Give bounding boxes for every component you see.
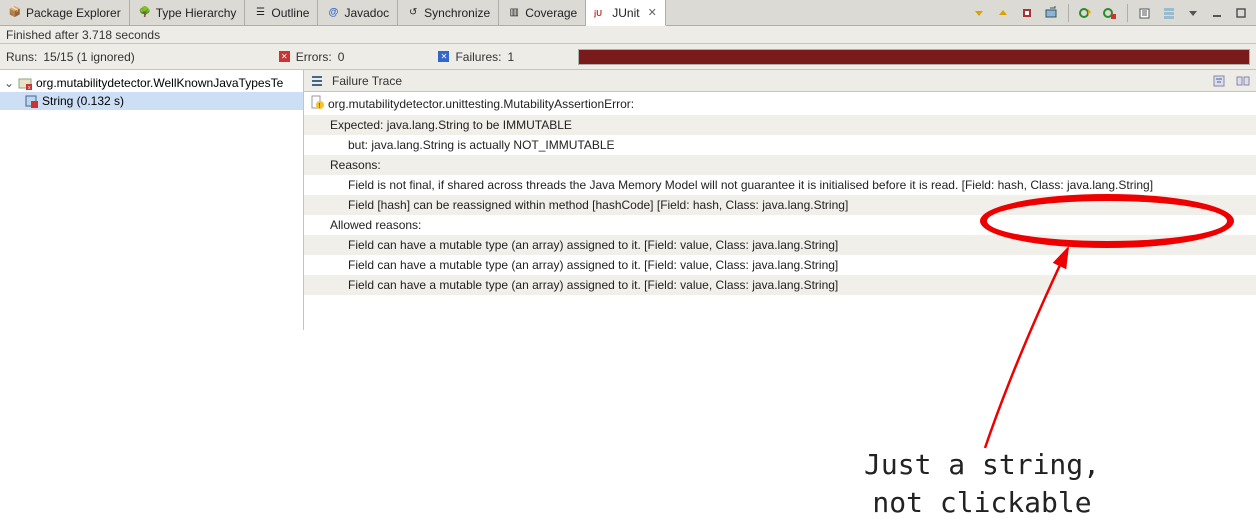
trace-line-text: org.mutabilitydetector.unittesting.Mutab… [328, 97, 634, 111]
minimize-icon[interactable] [1208, 4, 1226, 22]
errors-label: Errors: [296, 50, 332, 64]
test-fail-suite-icon: x [18, 76, 32, 90]
test-fail-icon [24, 94, 38, 108]
trace-line[interactable]: Expected: java.lang.String to be IMMUTAB… [304, 115, 1256, 135]
trace-line[interactable]: Field [hash] can be reassigned within me… [304, 195, 1256, 215]
trace-line-text: Field [hash] can be reassigned within me… [348, 198, 848, 212]
trace-line[interactable]: ! org.mutabilitydetector.unittesting.Muta… [304, 92, 1256, 115]
tree-root[interactable]: ⌄ x org.mutabilitydetector.WellKnownJava… [0, 74, 303, 92]
svg-text:!: ! [319, 103, 321, 109]
trace-line-text: Field is not final, if shared across thr… [348, 178, 1153, 192]
view-tab-outline[interactable]: ☰ Outline [245, 0, 318, 25]
tab-close-icon[interactable]: ✕ [648, 6, 657, 19]
trace-line[interactable]: Field is not final, if shared across thr… [304, 175, 1256, 195]
trace-line[interactable]: Field can have a mutable type (an array)… [304, 235, 1256, 255]
toolbar-divider [1127, 4, 1128, 22]
filter-stack-icon[interactable] [1210, 72, 1228, 90]
toolbar-divider [1068, 4, 1069, 22]
view-tab-type-hierarchy[interactable]: 🌳 Type Hierarchy [130, 0, 246, 25]
javadoc-icon: @ [326, 6, 340, 20]
failure-trace-header: Failure Trace [304, 70, 1256, 92]
trace-line-text: Expected: java.lang.String to be IMMUTAB… [330, 118, 572, 132]
tree-leaf[interactable]: String (0.132 s) [0, 92, 303, 110]
errors-value: 0 [338, 50, 345, 64]
trace-line-text: Field can have a mutable type (an array)… [348, 278, 838, 292]
synchronize-icon: ↺ [406, 6, 420, 20]
status-text: Finished after 3.718 seconds [0, 26, 1256, 44]
view-tab-label: JUnit [612, 6, 639, 20]
trace-line[interactable]: but: java.lang.String is actually NOT_IM… [304, 135, 1256, 155]
failures-value: 1 [507, 50, 514, 64]
trace-line[interactable]: Field can have a mutable type (an array)… [304, 275, 1256, 295]
tree-leaf-label: String (0.132 s) [42, 94, 124, 108]
failures-label: Failures: [455, 50, 501, 64]
trace-line[interactable]: Allowed reasons: [304, 215, 1256, 235]
view-tab-junit[interactable]: jU JUnit ✕ [586, 0, 666, 26]
trace-line-text: Field can have a mutable type (an array)… [348, 258, 838, 272]
failure-trace-body[interactable]: ! org.mutabilitydetector.unittesting.Muta… [304, 92, 1256, 330]
compare-icon[interactable] [1234, 72, 1252, 90]
annotation-text: Just a string, not clickable [864, 446, 1100, 522]
stop-icon[interactable] [1018, 4, 1036, 22]
view-tab-label: Javadoc [344, 6, 389, 20]
view-tab-synchronize[interactable]: ↺ Synchronize [398, 0, 499, 25]
stack-icon [308, 72, 326, 90]
arrow-up-icon[interactable] [994, 4, 1012, 22]
junit-body: ⌄ x org.mutabilitydetector.WellKnownJava… [0, 70, 1256, 330]
type-hierarchy-icon: 🌳 [138, 6, 152, 20]
tree-root-label: org.mutabilitydetector.WellKnownJavaType… [36, 76, 283, 90]
error-icon: ✕ [279, 51, 290, 62]
view-tab-label: Coverage [525, 6, 577, 20]
view-menu-icon[interactable] [1184, 4, 1202, 22]
failure-icon: ✕ [438, 51, 449, 62]
trace-line-text: but: java.lang.String is actually NOT_IM… [348, 138, 615, 152]
coverage-icon: ▥ [507, 6, 521, 20]
view-tab-label: Type Hierarchy [156, 6, 237, 20]
junit-icon: jU [594, 6, 608, 20]
view-tab-package-explorer[interactable]: 📦 Package Explorer [0, 0, 130, 25]
runs-counter: Runs: 15/15 (1 ignored) [6, 50, 135, 64]
rerun-failed-icon[interactable] [1101, 4, 1119, 22]
junit-toolbar [970, 0, 1256, 25]
failure-trace-title: Failure Trace [332, 74, 1204, 88]
view-tab-javadoc[interactable]: @ Javadoc [318, 0, 398, 25]
svg-text:jU: jU [594, 9, 602, 18]
runs-label: Runs: [6, 50, 37, 64]
progress-bar [578, 49, 1250, 65]
progress-fill [579, 50, 1249, 64]
failure-trace-pane: Failure Trace ! org.mutabilitydetector.un… [304, 70, 1256, 330]
maximize-icon[interactable] [1232, 4, 1250, 22]
trace-line-text: Field can have a mutable type (an array)… [348, 238, 838, 252]
outline-icon: ☰ [253, 6, 267, 20]
view-tab-label: Synchronize [424, 6, 490, 20]
history-icon[interactable] [1136, 4, 1154, 22]
trace-line-text: Allowed reasons: [330, 218, 421, 232]
view-tab-label: Package Explorer [26, 6, 121, 20]
trace-line-text: Reasons: [330, 158, 381, 172]
pin-icon[interactable] [1160, 4, 1178, 22]
counter-bar: Runs: 15/15 (1 ignored) ✕ Errors: 0 ✕ Fa… [0, 44, 1256, 70]
failures-counter: ✕ Failures: 1 [438, 50, 514, 64]
trace-line[interactable]: Field can have a mutable type (an array)… [304, 255, 1256, 275]
package-explorer-icon: 📦 [8, 6, 22, 20]
view-tab-coverage[interactable]: ▥ Coverage [499, 0, 586, 25]
test-tree[interactable]: ⌄ x org.mutabilitydetector.WellKnownJava… [0, 70, 304, 330]
arrow-down-icon[interactable] [970, 4, 988, 22]
view-tab-strip: 📦 Package Explorer 🌳 Type Hierarchy ☰ Outline… [0, 0, 1256, 26]
runs-value: 15/15 (1 ignored) [43, 50, 134, 64]
tree-caret-icon[interactable]: ⌄ [4, 76, 14, 90]
exception-icon: ! [310, 95, 324, 112]
rerun-test-icon[interactable] [1077, 4, 1095, 22]
trace-line[interactable]: Reasons: [304, 155, 1256, 175]
errors-counter: ✕ Errors: 0 [279, 50, 345, 64]
view-tab-label: Outline [271, 6, 309, 20]
relaunch-icon[interactable] [1042, 4, 1060, 22]
